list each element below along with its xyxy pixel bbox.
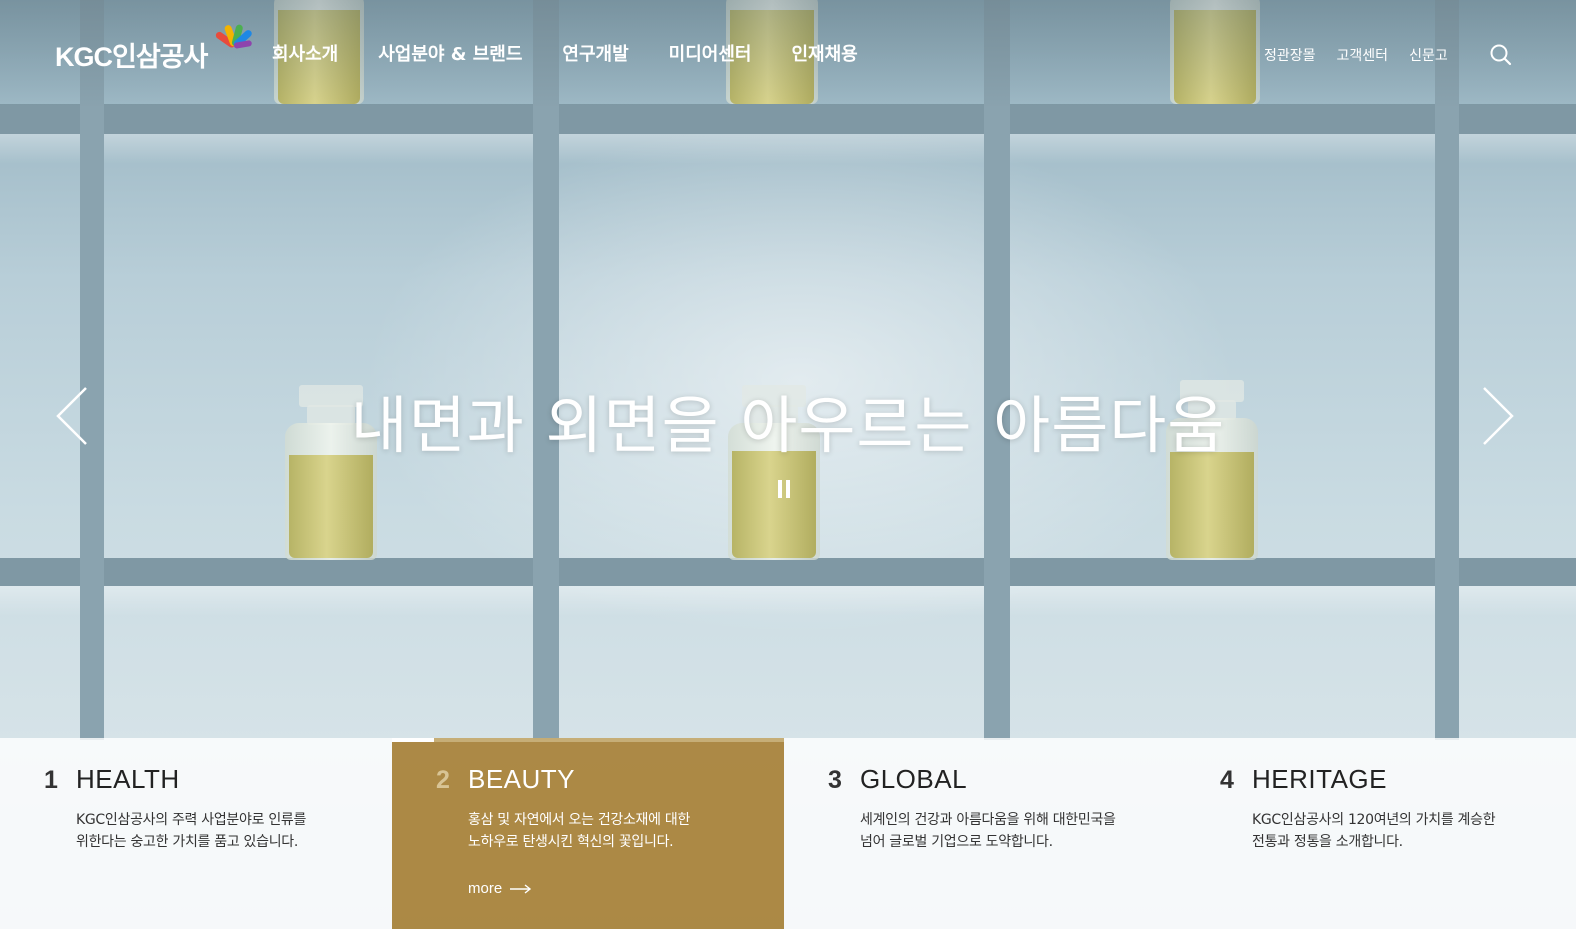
shelf-divider-4 <box>1435 0 1459 740</box>
slide-progress-track <box>392 738 784 742</box>
panel-number: 3 <box>828 766 842 794</box>
business-panels: 1 HEALTH KGC인삼공사의 주력 사업분야로 인류를 위한다는 숭고한 … <box>0 738 1576 929</box>
nav-item-company[interactable]: 회사소개 <box>272 40 338 66</box>
arrow-right-icon <box>510 883 532 894</box>
more-link[interactable]: more <box>468 880 532 897</box>
util-link-mall[interactable]: 정관장몰 <box>1264 45 1316 65</box>
utility-menu: 정관장몰 고객센터 신문고 <box>1264 45 1448 65</box>
panel-title: BEAUTY <box>468 764 576 794</box>
panel-description: 홍삼 및 자연에서 오는 건강소재에 대한 노하우로 탄생시킨 혁신의 꽃입니다… <box>468 812 691 850</box>
leaf-logo-icon <box>211 22 259 68</box>
nav-item-research[interactable]: 연구개발 <box>562 40 628 66</box>
panel-heritage[interactable]: 4 HERITAGE KGC인삼공사의 120여년의 가치를 계승한 전통과 정… <box>1176 738 1576 929</box>
main-navigation: 회사소개 사업분야 & 브랜드 연구개발 미디어센터 인재채용 <box>272 40 858 66</box>
shelf-shadow-top <box>0 134 1576 164</box>
shelf-board-middle <box>0 558 1576 586</box>
site-header: KGC인삼공사 회사소개 사업분야 & 브랜드 연구개발 미디어센터 인재채용 … <box>0 0 1576 108</box>
shelf-divider-3 <box>984 0 1010 740</box>
panel-heading: 3 GLOBAL <box>828 764 1176 795</box>
util-link-customer-center[interactable]: 고객센터 <box>1337 45 1389 65</box>
panel-number: 4 <box>1220 766 1234 794</box>
shelf-shadow-middle <box>0 586 1576 616</box>
util-link-petition[interactable]: 신문고 <box>1409 45 1448 65</box>
logo-text: KGC인삼공사 <box>55 41 208 72</box>
panel-number: 2 <box>436 766 450 794</box>
kgc-logo[interactable]: KGC인삼공사 <box>55 18 259 78</box>
panel-heading: 2 BEAUTY <box>436 764 784 795</box>
chevron-right-icon[interactable] <box>1478 385 1518 447</box>
panel-beauty[interactable]: 2 BEAUTY 홍삼 및 자연에서 오는 건강소재에 대한 노하우로 탄생시킨… <box>392 738 784 929</box>
nav-item-careers[interactable]: 인재채용 <box>791 40 857 66</box>
panel-title: HERITAGE <box>1252 764 1387 794</box>
panel-description: 세계인의 건강과 아름다움을 위해 대한민국을 넘어 글로벌 기업으로 도약합니… <box>860 812 1116 850</box>
panel-health[interactable]: 1 HEALTH KGC인삼공사의 주력 사업분야로 인류를 위한다는 숭고한 … <box>0 738 392 929</box>
nav-item-business-brand[interactable]: 사업분야 & 브랜드 <box>378 40 522 66</box>
shelf-divider-1 <box>80 0 104 740</box>
hero-headline: 내면과 외면을 아우르는 아름다움 <box>350 389 1226 462</box>
search-icon[interactable] <box>1488 42 1514 68</box>
panel-description: KGC인삼공사의 주력 사업분야로 인류를 위한다는 숭고한 가치를 품고 있습… <box>76 812 307 850</box>
panel-title: GLOBAL <box>860 764 968 794</box>
panel-description: KGC인삼공사의 120여년의 가치를 계승한 전통과 정통을 소개합니다. <box>1252 812 1496 850</box>
panel-number: 1 <box>44 766 58 794</box>
panel-heading: 1 HEALTH <box>44 764 392 795</box>
panel-title: HEALTH <box>76 764 180 794</box>
more-label: more <box>468 880 503 897</box>
shelf-board-top <box>0 104 1576 134</box>
nav-item-media-center[interactable]: 미디어센터 <box>669 40 752 66</box>
chevron-left-icon[interactable] <box>52 385 92 447</box>
slide-progress-bar <box>392 738 434 742</box>
panel-heading: 4 HERITAGE <box>1220 764 1576 795</box>
shelf-divider-2 <box>533 0 559 740</box>
pause-icon[interactable] <box>772 476 796 502</box>
panel-global[interactable]: 3 GLOBAL 세계인의 건강과 아름다움을 위해 대한민국을 넘어 글로벌 … <box>784 738 1176 929</box>
